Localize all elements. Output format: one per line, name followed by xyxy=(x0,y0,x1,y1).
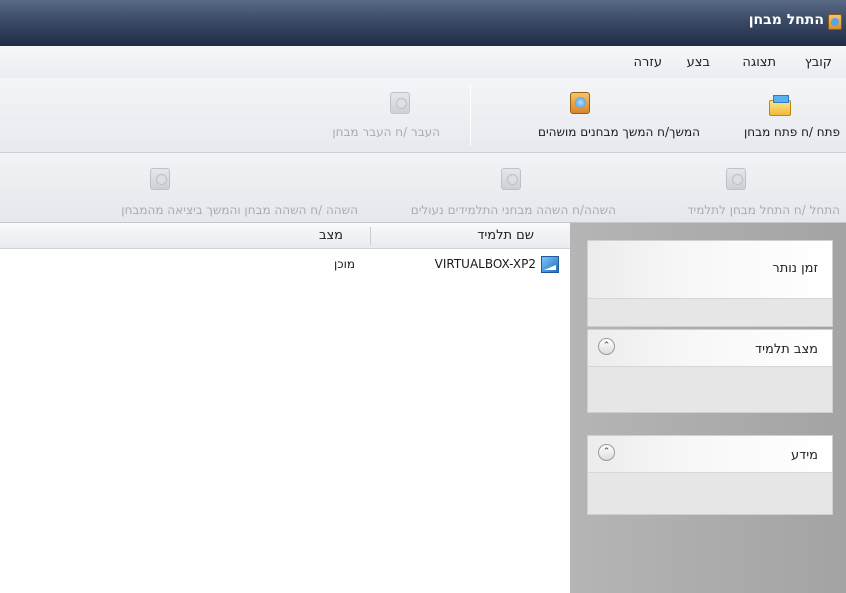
pause-exit-label: השהה /ח השהה מבחן והמשך ביציאה מהמבחן xyxy=(121,203,358,217)
menu-action[interactable]: בצע xyxy=(687,55,710,70)
table-row[interactable]: VIRTUALBOX-XP2 מוכן xyxy=(0,249,570,279)
column-student-name[interactable]: שם תלמיד xyxy=(477,228,534,243)
sidebar: זמן נותר ⌃ מצב תלמיד ⌃ מידע xyxy=(570,223,846,593)
computer-icon xyxy=(541,256,559,273)
student-status-panel: ⌃ מצב תלמיד xyxy=(587,329,833,413)
menu-help[interactable]: עזרה xyxy=(634,55,662,70)
column-divider xyxy=(370,227,371,245)
menu-file[interactable]: קובץ xyxy=(805,55,832,70)
pause-continue-exit-button[interactable]: השהה /ח השהה מבחן והמשך ביציאה מהמבחן xyxy=(0,163,358,217)
time-remaining-panel: זמן נותר xyxy=(587,240,833,327)
collapse-chevron-icon[interactable]: ⌃ xyxy=(598,338,615,355)
student-grid: VIRTUALBOX-XP2 מוכן xyxy=(0,249,570,593)
student-status-body xyxy=(588,366,832,412)
main-toolbar: פתח /ח פתח מבחן המשך/ח המשך מבחנים מושהי… xyxy=(0,78,846,153)
menu-bar: קובץ תצוגה בצע עזרה xyxy=(0,46,846,78)
pause-student-tests-button[interactable]: השהה/ח השהה מבחני התלמידים נעולים xyxy=(411,163,620,217)
time-remaining-title: זמן נותר xyxy=(772,261,818,276)
status-cell: מוכן xyxy=(333,257,355,271)
start-test-student-button[interactable]: התחל /ח התחל מבחן לתלמיד xyxy=(630,163,844,217)
transfer-test-button[interactable]: העבר /ח העבר מבחן xyxy=(284,92,464,148)
column-status[interactable]: מצב xyxy=(319,228,343,243)
open-test-label: פתח /ח פתח מבחן xyxy=(744,125,840,139)
open-test-button[interactable]: פתח /ח פתח מבחן xyxy=(709,92,844,148)
time-remaining-body xyxy=(588,298,832,326)
info-title: מידע xyxy=(791,448,818,463)
menu-view[interactable]: תצוגה xyxy=(742,55,776,70)
student-name-cell: VIRTUALBOX-XP2 xyxy=(434,257,536,271)
start-test-label: התחל /ח התחל מבחן לתלמיד xyxy=(686,203,840,217)
toolbar-separator xyxy=(470,84,471,146)
student-status-title: מצב תלמיד xyxy=(755,342,818,357)
transfer-test-label: העבר /ח העבר מבחן xyxy=(332,125,440,139)
continue-tests-label: המשך/ח המשך מבחנים מושהים xyxy=(538,125,700,139)
info-panel: ⌃ מידע xyxy=(587,435,833,515)
continue-paused-tests-button[interactable]: המשך/ח המשך מבחנים מושהים xyxy=(474,92,704,148)
student-grid-header: שם תלמיד מצב xyxy=(0,223,570,249)
title-bar: התחל מבחן xyxy=(0,0,846,46)
app-icon xyxy=(828,14,842,30)
pause-tests-label: השהה/ח השהה מבחני התלמידים נעולים xyxy=(410,203,616,217)
pause-exit-icon xyxy=(150,168,170,190)
secondary-toolbar: התחל /ח התחל מבחן לתלמיד השהה/ח השהה מבח… xyxy=(0,153,846,223)
window-title: התחל מבחן xyxy=(748,12,824,28)
open-folder-icon xyxy=(769,95,791,116)
pause-tests-icon xyxy=(501,168,521,190)
info-body xyxy=(588,472,832,514)
collapse-chevron-icon[interactable]: ⌃ xyxy=(598,444,615,461)
continue-tests-icon xyxy=(570,92,590,114)
transfer-test-icon xyxy=(390,92,410,114)
start-test-icon xyxy=(726,168,746,190)
